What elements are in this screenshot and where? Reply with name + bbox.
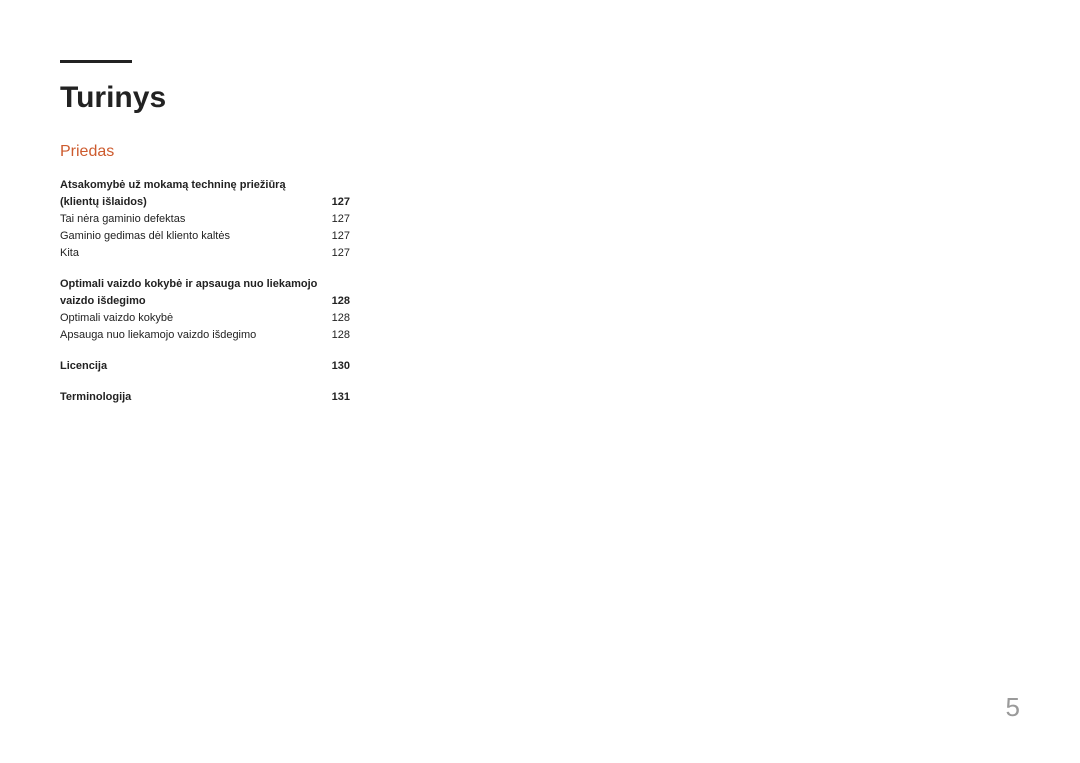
toc-item-label: Gaminio gedimas dėl kliento kaltės xyxy=(60,228,332,245)
page-number: 5 xyxy=(1006,692,1020,723)
toc-heading-label: Optimali vaizdo kokybė ir apsauga nuo li… xyxy=(60,276,332,310)
toc-heading-2[interactable]: Licencija 130 xyxy=(60,358,350,375)
toc-heading-page: 127 xyxy=(332,194,350,211)
toc-heading-page: 130 xyxy=(332,358,350,375)
toc-item-page: 128 xyxy=(332,310,350,327)
toc-item-label: Apsauga nuo liekamojo vaizdo išdegimo xyxy=(60,327,332,344)
toc-heading-3[interactable]: Terminologija 131 xyxy=(60,389,350,406)
toc-heading-label: Terminologija xyxy=(60,389,332,406)
page-title: Turinys xyxy=(60,81,1020,115)
toc-item-label: Kita xyxy=(60,245,332,262)
toc-item-label: Optimali vaizdo kokybė xyxy=(60,310,332,327)
toc-item-page: 127 xyxy=(332,245,350,262)
toc-item[interactable]: Gaminio gedimas dėl kliento kaltės 127 xyxy=(60,228,350,245)
toc-block-0: Atsakomybė už mokamą techninę priežiūrą … xyxy=(60,177,350,262)
toc-block-1: Optimali vaizdo kokybė ir apsauga nuo li… xyxy=(60,276,350,344)
toc-item[interactable]: Kita 127 xyxy=(60,245,350,262)
section-title: Priedas xyxy=(60,143,1020,161)
toc-block-2: Licencija 130 xyxy=(60,358,350,375)
toc-item-page: 127 xyxy=(332,228,350,245)
title-rule xyxy=(60,60,132,63)
toc-heading-0[interactable]: Atsakomybė už mokamą techninę priežiūrą … xyxy=(60,177,350,211)
toc-item-page: 128 xyxy=(332,327,350,344)
toc-item-label: Tai nėra gaminio defektas xyxy=(60,211,332,228)
toc-item-page: 127 xyxy=(332,211,350,228)
toc-heading-page: 131 xyxy=(332,389,350,406)
toc-item[interactable]: Optimali vaizdo kokybė 128 xyxy=(60,310,350,327)
toc-block-3: Terminologija 131 xyxy=(60,389,350,406)
toc-item[interactable]: Apsauga nuo liekamojo vaizdo išdegimo 12… xyxy=(60,327,350,344)
toc-heading-label: Licencija xyxy=(60,358,332,375)
toc-heading-label: Atsakomybė už mokamą techninę priežiūrą … xyxy=(60,177,332,211)
toc-heading-page: 128 xyxy=(332,293,350,310)
toc-item[interactable]: Tai nėra gaminio defektas 127 xyxy=(60,211,350,228)
toc-heading-1[interactable]: Optimali vaizdo kokybė ir apsauga nuo li… xyxy=(60,276,350,310)
